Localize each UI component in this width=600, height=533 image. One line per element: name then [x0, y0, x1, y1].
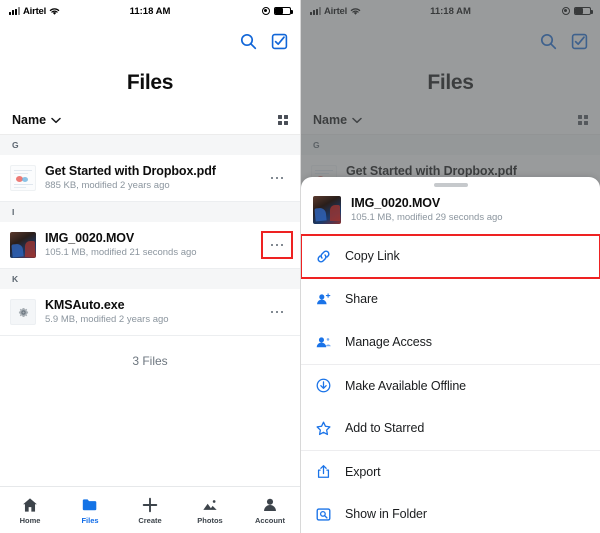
- menu-item-export[interactable]: Export: [301, 449, 600, 493]
- file-name: Get Started with Dropbox.pdf: [45, 164, 216, 178]
- chevron-down-icon: [51, 117, 61, 123]
- right-phone-screen: Airtel 11:18 AM: [300, 0, 600, 533]
- manage-people-icon: [315, 334, 345, 351]
- star-icon: [315, 420, 345, 437]
- file-name: IMG_0020.MOV: [45, 231, 135, 245]
- dual-screenshot-container: Airtel 11:18 AM Files Name G Get Started…: [0, 0, 600, 533]
- file-meta: IMG_0020.MOV 105.1 MB, modified 29 secon…: [351, 196, 588, 224]
- pdf-document-thumbnail: [10, 165, 36, 191]
- file-name: KMSAuto.exe: [45, 298, 125, 312]
- tab-account[interactable]: Account: [240, 496, 300, 525]
- section-header: I: [0, 202, 300, 222]
- select-checkbox-icon[interactable]: [271, 33, 288, 50]
- show-in-folder-icon: [315, 506, 345, 523]
- file-subtitle: 105.1 MB, modified 21 seconds ago: [45, 247, 197, 258]
- executable-gear-thumbnail: [10, 299, 36, 325]
- sort-bar: Name: [0, 106, 300, 135]
- person-add-icon: [315, 291, 345, 308]
- left-phone-screen: Airtel 11:18 AM Files Name G Get Started…: [0, 0, 300, 533]
- sort-control[interactable]: Name: [12, 113, 61, 127]
- search-icon[interactable]: [240, 33, 257, 50]
- tab-label: Account: [255, 515, 285, 525]
- file-subtitle: 885 KB, modified 2 years ago: [45, 180, 170, 191]
- menu-item-make-available-offline[interactable]: Make Available Offline: [301, 363, 600, 407]
- section-header: K: [0, 269, 300, 289]
- plus-icon: [142, 497, 158, 512]
- file-subtitle: 105.1 MB, modified 29 seconds ago: [351, 211, 503, 223]
- tab-files[interactable]: Files: [60, 496, 120, 525]
- file-meta: KMSAuto.exe 5.9 MB, modified 2 years ago: [45, 298, 264, 326]
- status-bar-time: 11:18 AM: [129, 5, 171, 17]
- tab-label: Photos: [197, 515, 223, 525]
- menu-item-label: Show in Folder: [345, 507, 427, 521]
- table-row[interactable]: Get Started with Dropbox.pdf 885 KB, mod…: [0, 155, 300, 202]
- photos-icon: [203, 499, 217, 510]
- more-options-icon[interactable]: [261, 231, 293, 259]
- menu-item-show-in-folder[interactable]: Show in Folder: [301, 493, 600, 533]
- table-row[interactable]: KMSAuto.exe 5.9 MB, modified 2 years ago: [0, 289, 300, 336]
- menu-item-label: Share: [345, 292, 378, 306]
- status-bar: Airtel 11:18 AM: [0, 0, 300, 22]
- tab-label: Create: [138, 515, 162, 525]
- page-title-wrap: Files: [0, 60, 300, 106]
- menu-item-label: Copy Link: [345, 249, 400, 263]
- menu-item-label: Add to Starred: [345, 421, 425, 435]
- menu-item-label: Make Available Offline: [345, 378, 467, 393]
- top-action-bar: [0, 22, 300, 60]
- section-header: G: [0, 135, 300, 155]
- rotation-lock-icon: [262, 7, 270, 15]
- bottom-tab-bar: Home Files Create Photos Account: [0, 486, 300, 533]
- tab-home[interactable]: Home: [0, 496, 60, 525]
- action-sheet: IMG_0020.MOV 105.1 MB, modified 29 secon…: [301, 177, 600, 533]
- page-title: Files: [126, 71, 174, 94]
- more-options-icon[interactable]: [264, 301, 290, 323]
- menu-item-label: Export: [345, 464, 381, 479]
- video-thumbnail: [10, 232, 36, 258]
- menu-item-manage-access[interactable]: Manage Access: [301, 321, 600, 364]
- folder-icon: [82, 498, 97, 510]
- download-circle-icon: [315, 377, 345, 394]
- menu-item-add-to-starred[interactable]: Add to Starred: [301, 407, 600, 450]
- link-icon: [315, 248, 345, 265]
- tab-label: Home: [19, 515, 41, 525]
- menu-item-copy-link[interactable]: Copy Link: [301, 233, 600, 279]
- table-row[interactable]: IMG_0020.MOV 105.1 MB, modified 21 secon…: [0, 222, 300, 269]
- tab-photos[interactable]: Photos: [180, 496, 240, 525]
- file-subtitle: 5.9 MB, modified 2 years ago: [45, 314, 169, 325]
- file-meta: Get Started with Dropbox.pdf 885 KB, mod…: [45, 164, 264, 192]
- menu-item-share[interactable]: Share: [301, 278, 600, 321]
- home-icon: [23, 497, 37, 512]
- menu-item-label: Manage Access: [345, 335, 432, 349]
- status-bar-right: [262, 7, 293, 15]
- person-icon: [264, 498, 276, 511]
- action-sheet-file-header: IMG_0020.MOV 105.1 MB, modified 29 secon…: [301, 187, 600, 235]
- grid-view-icon[interactable]: [278, 115, 288, 125]
- export-share-icon: [315, 463, 345, 480]
- tab-create[interactable]: Create: [120, 496, 180, 525]
- file-count-label: 3 Files: [132, 354, 168, 368]
- tab-label: Files: [81, 515, 99, 525]
- video-thumbnail: [313, 195, 341, 224]
- more-options-icon[interactable]: [264, 167, 290, 189]
- sort-label: Name: [12, 113, 47, 127]
- file-name: IMG_0020.MOV: [351, 195, 441, 210]
- file-meta: IMG_0020.MOV 105.1 MB, modified 21 secon…: [45, 231, 264, 259]
- battery-icon: [274, 7, 293, 15]
